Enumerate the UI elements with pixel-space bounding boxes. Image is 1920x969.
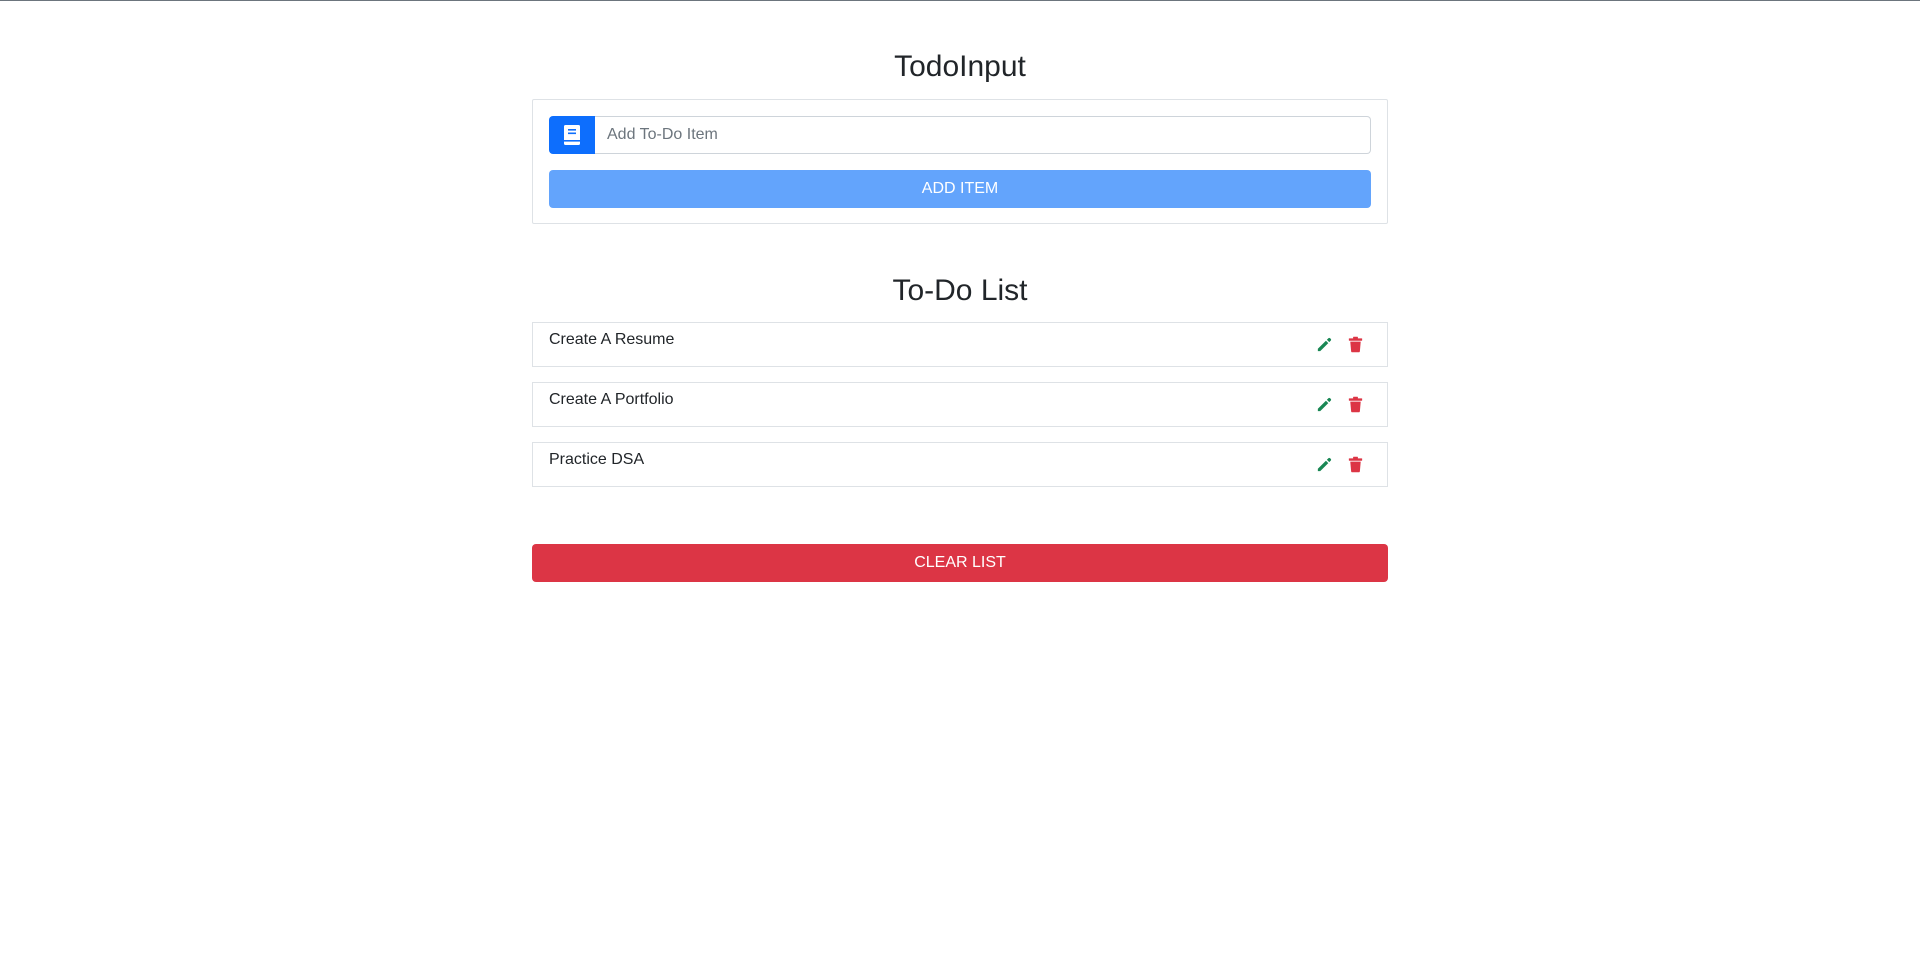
- list-item-label: Create A Resume: [549, 331, 675, 348]
- clear-list-button[interactable]: CLEAR LIST: [532, 544, 1388, 582]
- list-item: Create A Portfolio: [532, 382, 1388, 427]
- todo-input-field[interactable]: [595, 116, 1371, 154]
- pencil-icon[interactable]: [1315, 335, 1334, 354]
- add-item-button[interactable]: ADD ITEM: [549, 170, 1371, 208]
- trash-icon[interactable]: [1346, 395, 1365, 414]
- list-item: Create A Resume: [532, 322, 1388, 367]
- list-item-actions: [1315, 455, 1365, 474]
- book-icon: [564, 125, 580, 145]
- list-item-label: Create A Portfolio: [549, 391, 674, 408]
- input-icon-box: [549, 116, 595, 154]
- trash-icon[interactable]: [1346, 455, 1365, 474]
- todo-input-title: TodoInput: [894, 50, 1026, 83]
- top-border: [0, 0, 1920, 1]
- list-item-actions: [1315, 395, 1365, 414]
- trash-icon[interactable]: [1346, 335, 1365, 354]
- pencil-icon[interactable]: [1315, 395, 1334, 414]
- todo-list-title: To-Do List: [892, 274, 1028, 307]
- list-item-label: Practice DSA: [549, 451, 645, 468]
- list-item: Practice DSA: [532, 442, 1388, 487]
- list-item-actions: [1315, 335, 1365, 354]
- pencil-icon[interactable]: [1315, 455, 1334, 474]
- todo-input-card: ADD ITEM: [532, 99, 1388, 224]
- todo-input-group: [549, 116, 1371, 154]
